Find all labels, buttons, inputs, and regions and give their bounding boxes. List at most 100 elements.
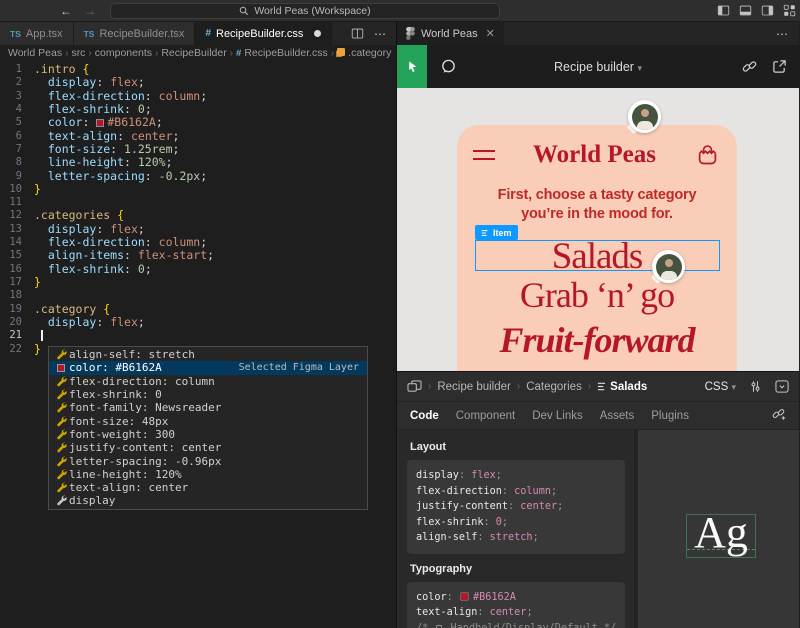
inspector-breadcrumb-item[interactable]: Recipe builder [437, 381, 511, 393]
inspector-code-line: /* Handheld/Display/Default */ [416, 621, 616, 628]
suggest-item[interactable]: flex-direction: column [49, 375, 367, 388]
inspector-tab-plugins[interactable]: Plugins [651, 410, 689, 422]
css-code-block[interactable]: display: flex;flex-direction: column;jus… [407, 460, 625, 554]
code-token: 0 [138, 262, 145, 276]
code-token: letter-spacing [48, 169, 145, 183]
breadcrumb-separator: › [88, 48, 91, 59]
close-icon[interactable]: ✕ [486, 27, 495, 40]
back-arrow-icon[interactable]: ← [60, 4, 72, 18]
editor-actions: ⋯ [351, 22, 396, 45]
command-center-search[interactable]: World Peas (Workspace) [110, 3, 500, 19]
toggle-panel-icon[interactable] [739, 4, 752, 17]
toolbar-right-actions [742, 59, 787, 74]
code-token: font-size [48, 142, 110, 156]
more-actions-icon[interactable]: ⋯ [374, 27, 387, 41]
code-token: : [145, 89, 159, 103]
property-suggestion-icon [53, 482, 69, 493]
hamburger-menu-icon[interactable] [473, 150, 495, 160]
customize-layout-icon[interactable] [783, 4, 796, 17]
code-token: : [477, 532, 489, 543]
open-external-icon[interactable] [772, 59, 787, 74]
code-inspector-column[interactable]: Layoutdisplay: flex;flex-direction: colu… [397, 430, 634, 628]
line-number: 15 [0, 249, 34, 262]
code-token: /* [416, 623, 434, 628]
suggest-label: line-height: 120% [69, 468, 182, 481]
property-suggestion-icon [53, 429, 69, 440]
breadcrumb-item[interactable]: RecipeBuilder [161, 47, 226, 59]
line-content: align-items: flex-start; [34, 249, 214, 262]
code-line: 14 flex-direction: column; [0, 236, 396, 249]
suggest-item[interactable]: flex-shrink: 0 [49, 388, 367, 401]
suggest-item[interactable]: letter-spacing: -0.96px [49, 454, 367, 467]
code-token: flex [110, 222, 138, 236]
property-suggestion-icon [53, 416, 69, 427]
code-token: ; [496, 470, 502, 481]
add-dev-link-icon[interactable] [772, 407, 786, 424]
inspector-tab-code[interactable]: Code [410, 410, 439, 422]
badge-label: Item [493, 228, 512, 238]
category-grab-n-go[interactable]: Grab ‘n’ go [457, 277, 737, 313]
inspector-tab-dev-links[interactable]: Dev Links [532, 410, 583, 422]
category-fruit-forward[interactable]: Fruit-forward [457, 322, 737, 358]
breadcrumb[interactable]: World Peas›src›components›RecipeBuilder›… [0, 45, 396, 61]
frame-title[interactable]: Recipe builder ▾ [397, 60, 799, 74]
design-canvas[interactable]: World Peas First, choose a tasty categor… [397, 88, 799, 371]
inspector-code-line: text-align: center; [416, 605, 616, 621]
intro-copy: First, choose a tasty category you’re in… [457, 186, 737, 224]
code-token: #B6162A [473, 592, 516, 603]
breadcrumb-item[interactable]: src [71, 47, 85, 59]
suggest-item[interactable]: display [49, 494, 367, 507]
inspector-tab-assets[interactable]: Assets [600, 410, 635, 422]
collapse-panel-icon[interactable] [775, 380, 789, 393]
layers-icon[interactable] [407, 380, 422, 393]
toggle-secondary-sidebar-icon[interactable] [761, 4, 774, 17]
tab-app-tsx[interactable]: TS App.tsx [0, 22, 74, 45]
line-content: .categories { [34, 209, 124, 222]
breadcrumb-item[interactable]: World Peas [8, 47, 62, 59]
code-token: flex-start [138, 248, 207, 262]
line-number: 3 [0, 90, 34, 103]
tab-recipebuilder-tsx[interactable]: TS RecipeBuilder.tsx [74, 22, 196, 45]
layout-controls [717, 4, 796, 17]
tab-recipebuilder-css[interactable]: # RecipeBuilder.css [195, 22, 332, 45]
code-editor[interactable]: 1.intro {2 display: flex;3 flex-directio… [0, 61, 396, 628]
split-editor-icon[interactable] [351, 27, 364, 40]
category-salads[interactable]: Salads [457, 238, 737, 275]
copy-link-icon[interactable] [742, 59, 757, 74]
inspector-breadcrumb-item[interactable]: Categories [526, 381, 582, 393]
panel-more-icon[interactable]: ⋯ [776, 27, 799, 41]
line-number: 19 [0, 303, 34, 316]
line-number: 5 [0, 116, 34, 129]
settings-sliders-icon[interactable] [749, 380, 762, 393]
toggle-sidebar-icon[interactable] [717, 4, 730, 17]
shopping-bag-icon[interactable] [694, 140, 721, 169]
line-content: text-align: center; [34, 130, 179, 143]
collaborator-avatar [652, 250, 685, 283]
editor-tab-bar: TS App.tsx TS RecipeBuilder.tsx # Recipe… [0, 22, 396, 45]
suggest-item[interactable]: align-self: stretch [49, 348, 367, 361]
tab-world-peas-plugin[interactable]: World Peas ✕ [397, 22, 504, 45]
suggest-item[interactable]: line-height: 120% [49, 468, 367, 481]
breadcrumb-item[interactable]: #RecipeBuilder.css [236, 47, 328, 59]
format-select[interactable]: CSS ▾ [705, 381, 736, 393]
suggest-item[interactable]: font-weight: 300 [49, 428, 367, 441]
code-token: ; [207, 248, 214, 262]
suggest-item[interactable]: font-family: Newsreader [49, 401, 367, 414]
breadcrumb-item[interactable]: components [95, 47, 152, 59]
suggest-item[interactable]: text-align: center [49, 481, 367, 494]
code-token: ; [557, 501, 563, 512]
mobile-frame[interactable]: World Peas First, choose a tasty categor… [457, 125, 737, 371]
figma-toolbar: Recipe builder ▾ [397, 45, 799, 88]
line-number: 10 [0, 183, 34, 196]
forward-arrow-icon[interactable]: → [84, 4, 96, 18]
suggest-item[interactable]: justify-content: center [49, 441, 367, 454]
css-code-block[interactable]: color: #B6162Atext-align: center;/* Hand… [407, 582, 625, 628]
line-content: line-height: 120%; [34, 156, 173, 169]
inspector-tab-component[interactable]: Component [456, 410, 515, 422]
suggest-item[interactable]: color: #B6162ASelected Figma Layer [49, 361, 367, 374]
breadcrumb-item[interactable]: .category [337, 47, 391, 59]
suggest-item[interactable]: font-size: 48px [49, 414, 367, 427]
inspector-code-line: color: #B6162A [416, 590, 616, 606]
code-token: : [145, 235, 159, 249]
inspector-breadcrumb-item[interactable]: Salads [597, 381, 647, 393]
